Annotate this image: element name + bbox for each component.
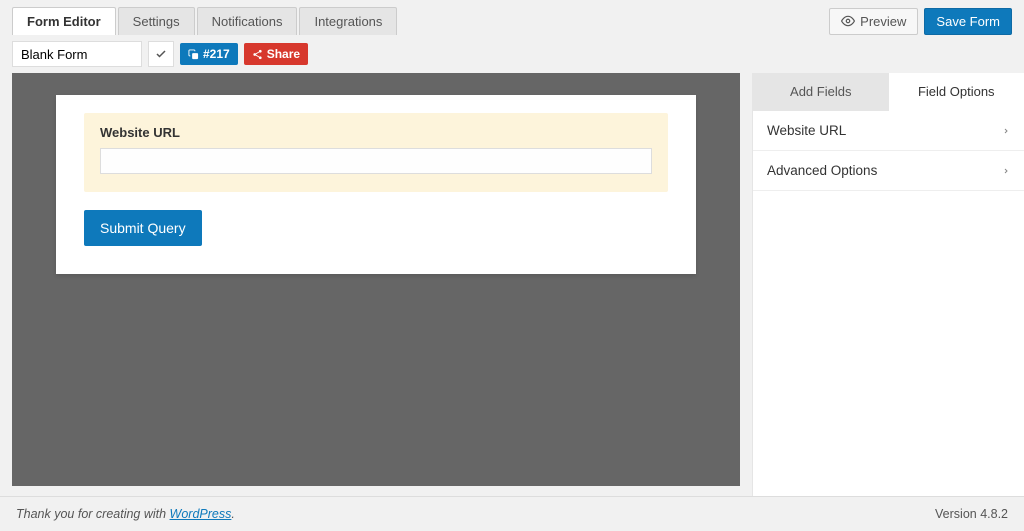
form-id-badge[interactable]: #217 — [180, 43, 238, 65]
sidebar-tab-add-fields[interactable]: Add Fields — [753, 73, 889, 111]
field-input[interactable] — [100, 148, 652, 174]
panel-label: Advanced Options — [767, 163, 877, 178]
canvas-wrap: Website URL Submit Query — [0, 73, 752, 496]
sidebar-tabs: Add Fields Field Options — [753, 73, 1024, 111]
panel-advanced-options[interactable]: Advanced Options — [753, 151, 1024, 191]
wordpress-link[interactable]: WordPress — [170, 507, 232, 521]
footer-credit: Thank you for creating with WordPress. — [16, 507, 235, 521]
submit-button[interactable]: Submit Query — [84, 210, 202, 246]
footer-suffix: . — [231, 507, 234, 521]
sidebar: Add Fields Field Options Website URL Adv… — [752, 73, 1024, 496]
sub-toolbar: #217 Share — [0, 35, 1024, 73]
form-id-text: #217 — [203, 47, 230, 61]
tab-integrations[interactable]: Integrations — [299, 7, 397, 35]
form-card: Website URL Submit Query — [56, 95, 696, 274]
footer: Thank you for creating with WordPress. V… — [0, 496, 1024, 531]
field-website-url[interactable]: Website URL — [84, 113, 668, 192]
sidebar-tab-field-options[interactable]: Field Options — [889, 73, 1024, 111]
submit-row: Submit Query — [84, 210, 668, 246]
eye-icon — [841, 14, 855, 28]
chevron-right-icon — [1002, 166, 1010, 176]
check-icon — [155, 48, 167, 60]
share-button[interactable]: Share — [244, 43, 308, 65]
panel-label: Website URL — [767, 123, 846, 138]
copy-icon — [188, 49, 199, 60]
form-title-input[interactable] — [12, 41, 142, 67]
panel-website-url[interactable]: Website URL — [753, 111, 1024, 151]
body: Website URL Submit Query Add Fields Fiel… — [0, 73, 1024, 496]
sidebar-body: Website URL Advanced Options — [753, 111, 1024, 496]
save-form-button[interactable]: Save Form — [924, 8, 1012, 35]
tab-settings[interactable]: Settings — [118, 7, 195, 35]
version-label: Version 4.8.2 — [935, 507, 1008, 521]
field-label: Website URL — [100, 125, 652, 140]
footer-prefix: Thank you for creating with — [16, 507, 170, 521]
tab-notifications[interactable]: Notifications — [197, 7, 298, 35]
top-actions: Preview Save Form — [829, 8, 1012, 35]
confirm-title-button[interactable] — [148, 41, 174, 67]
main-tabs: Form Editor Settings Notifications Integ… — [12, 7, 397, 35]
share-label: Share — [267, 47, 300, 61]
preview-button[interactable]: Preview — [829, 8, 918, 35]
form-canvas: Website URL Submit Query — [12, 73, 740, 486]
tab-form-editor[interactable]: Form Editor — [12, 7, 116, 35]
share-icon — [252, 49, 263, 60]
chevron-right-icon — [1002, 126, 1010, 136]
top-bar: Form Editor Settings Notifications Integ… — [0, 0, 1024, 35]
preview-label: Preview — [860, 14, 906, 29]
